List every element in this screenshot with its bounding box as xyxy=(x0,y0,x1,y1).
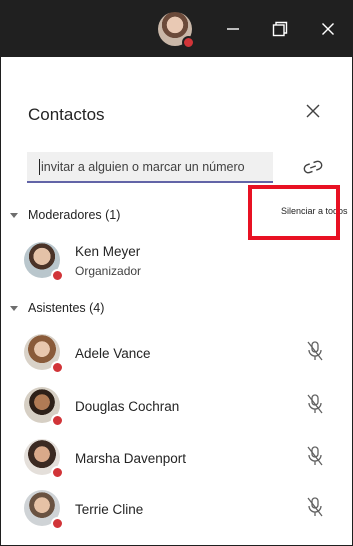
participant-role: Organizador xyxy=(75,264,142,278)
panel-title: Contactos xyxy=(28,105,105,124)
restore-button[interactable] xyxy=(265,14,295,44)
participant-item[interactable]: Douglas Cochran xyxy=(24,383,334,429)
mic-toggle-button[interactable] xyxy=(304,340,326,362)
presence-busy-icon xyxy=(51,361,64,374)
avatar xyxy=(24,242,64,282)
text-cursor xyxy=(39,159,40,175)
moderators-header: Moderadores (1) xyxy=(28,208,121,222)
chevron-down-icon xyxy=(10,212,18,218)
close-icon xyxy=(306,104,320,118)
invite-search-box[interactable] xyxy=(27,152,273,183)
close-icon xyxy=(322,23,334,35)
minimize-icon xyxy=(227,28,239,30)
participant-item[interactable]: Terrie Cline xyxy=(24,486,334,532)
mic-off-icon xyxy=(307,497,323,517)
close-panel-button[interactable] xyxy=(302,100,324,122)
invite-input[interactable] xyxy=(41,152,267,181)
participant-item[interactable]: Ken Meyer Organizador xyxy=(24,238,334,284)
participant-name: Terrie Cline xyxy=(75,502,144,517)
window-close-button[interactable] xyxy=(313,14,343,44)
mic-off-icon xyxy=(307,341,323,361)
avatar xyxy=(24,439,64,479)
share-link-button[interactable] xyxy=(301,156,325,178)
moderators-section-toggle[interactable]: Moderadores (1) xyxy=(10,208,120,222)
attendees-section-toggle[interactable]: Asistentes (4) xyxy=(10,301,104,315)
participant-item[interactable]: Marsha Davenport xyxy=(24,435,334,481)
avatar xyxy=(24,387,64,427)
title-bar xyxy=(0,0,353,57)
mic-toggle-button[interactable] xyxy=(304,393,326,415)
link-icon xyxy=(303,160,323,174)
attendees-header: Asistentes (4) xyxy=(28,301,105,315)
mic-toggle-button[interactable] xyxy=(304,445,326,467)
mic-off-icon xyxy=(307,446,323,466)
mic-off-icon xyxy=(307,394,323,414)
minimize-button[interactable] xyxy=(218,14,248,44)
restore-icon xyxy=(272,21,288,37)
avatar xyxy=(24,334,64,374)
participant-name: Ken Meyer xyxy=(75,244,141,259)
presence-busy-icon xyxy=(182,36,195,49)
participant-name: Douglas Cochran xyxy=(75,399,180,414)
annotation-highlight-box xyxy=(248,185,340,240)
presence-busy-icon xyxy=(51,517,64,530)
user-avatar[interactable] xyxy=(158,12,195,49)
participant-item[interactable]: Adele Vance xyxy=(24,330,334,376)
participant-name: Marsha Davenport xyxy=(75,451,187,466)
mic-toggle-button[interactable] xyxy=(304,496,326,518)
avatar xyxy=(24,490,64,530)
presence-busy-icon xyxy=(51,414,64,427)
participant-name: Adele Vance xyxy=(75,346,151,361)
chevron-down-icon xyxy=(10,305,18,311)
presence-busy-icon xyxy=(51,269,64,282)
presence-busy-icon xyxy=(51,466,64,479)
